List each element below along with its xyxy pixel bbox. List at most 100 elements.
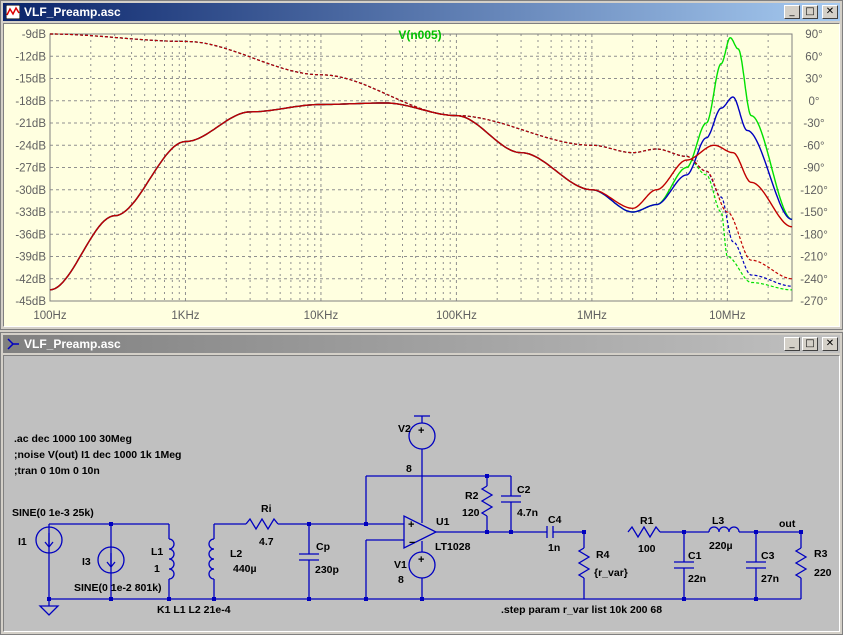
value-R2[interactable]: 120 [462, 507, 480, 519]
step-directive[interactable]: .step param r_var list 10k 200 68 [501, 604, 662, 616]
y-tick-label: -27dB [15, 163, 46, 175]
noise-directive[interactable]: ;noise V(out) I1 dec 1000 1k 1Meg [14, 449, 181, 461]
y-left-axis: -9dB -12dB -15dB -18dB -21dB -24dB -27dB -30dB -… [15, 29, 46, 308]
v1-plus: + [418, 554, 424, 566]
value-L1[interactable]: 1 [154, 563, 160, 575]
label-Cp[interactable]: Cp [316, 541, 330, 553]
x-tick-label: 1KHz [171, 310, 199, 322]
y-tick-label: -36dB [15, 229, 46, 241]
y-tick-label: -15dB [15, 74, 46, 86]
label-L1[interactable]: L1 [151, 546, 163, 558]
ac-directive[interactable]: .ac dec 1000 100 30Meg [14, 433, 132, 445]
value-I1[interactable]: SINE(0 1e-3 25k) [12, 507, 94, 519]
label-V1[interactable]: V1 [394, 559, 407, 571]
y-right-tick-label: -90° [803, 163, 824, 175]
opamp-minus: − [409, 537, 415, 549]
plot-grid [49, 33, 793, 302]
value-C1[interactable]: 22n [688, 573, 706, 585]
y-right-tick-label: -180° [800, 229, 828, 241]
value-I3[interactable]: SINE(0 1e-2 801k) [74, 582, 162, 594]
y-right-tick-label: 0° [809, 96, 820, 108]
label-R1[interactable]: R1 [640, 515, 654, 527]
y-tick-label: -45dB [15, 296, 46, 308]
label-C1[interactable]: C1 [688, 550, 702, 562]
label-L2[interactable]: L2 [230, 548, 242, 560]
label-C4[interactable]: C4 [548, 514, 562, 526]
minimize-button[interactable]: _ [784, 5, 800, 19]
plot-titlebar[interactable]: VLF_Preamp.asc _ □ ✕ [3, 3, 840, 21]
y-tick-label: -12dB [15, 51, 46, 63]
schematic-canvas[interactable]: .ac dec 1000 100 30Meg ;noise V(out) I1 … [4, 356, 840, 632]
y-right-tick-label: -150° [800, 207, 828, 219]
magnitude-trace-2[interactable] [49, 102, 793, 291]
net-label-out[interactable]: out [779, 518, 796, 530]
y-right-axis: 90° 60° 30° 0° -30° -60° -90° -120° -150° -180° -2… [800, 29, 828, 308]
y-tick-label: -9dB [22, 29, 47, 41]
y-right-tick-label: -210° [800, 252, 828, 264]
schematic-window: VLF_Preamp.asc _ □ ✕ .ac dec 1000 100 30… [0, 332, 843, 635]
value-R4[interactable]: {r_var} [594, 567, 628, 579]
y-right-tick-label: -30° [803, 118, 824, 130]
y-tick-label: -42dB [15, 274, 46, 286]
waveform-icon [6, 5, 20, 19]
label-V2[interactable]: V2 [398, 423, 411, 435]
value-R3[interactable]: 220 [814, 567, 832, 579]
phase-trace-2[interactable] [50, 33, 793, 280]
label-R4[interactable]: R4 [596, 549, 610, 561]
y-right-tick-label: -240° [800, 274, 828, 286]
schematic-icon [7, 338, 19, 350]
coupling-directive[interactable]: K1 L1 L2 21e-4 [157, 604, 231, 616]
bode-plot[interactable]: -9dB -12dB -15dB -18dB -21dB -24dB -27dB -30dB -… [4, 24, 840, 327]
label-I3[interactable]: I3 [82, 556, 91, 568]
value-C2[interactable]: 4.7n [517, 507, 538, 519]
y-tick-label: -39dB [15, 252, 46, 264]
value-L3[interactable]: 220µ [709, 540, 733, 552]
y-right-tick-label: 60° [805, 51, 822, 63]
value-V2[interactable]: 8 [406, 463, 412, 475]
tran-directive[interactable]: ;tran 0 10m 0 10n [14, 465, 100, 477]
y-tick-label: -24dB [15, 140, 46, 152]
label-C2[interactable]: C2 [517, 484, 531, 496]
value-C3[interactable]: 27n [761, 573, 779, 585]
label-R2[interactable]: R2 [465, 490, 479, 502]
y-tick-label: -33dB [15, 207, 46, 219]
value-R1[interactable]: 100 [638, 543, 656, 555]
minimize-button[interactable]: _ [784, 337, 800, 351]
y-tick-label: -30dB [15, 185, 46, 197]
label-R3[interactable]: R3 [814, 548, 828, 560]
value-C4[interactable]: 1n [548, 542, 560, 554]
maximize-button[interactable]: □ [802, 5, 818, 19]
schematic-window-title: VLF_Preamp.asc [24, 337, 121, 351]
phase-trace-1[interactable] [50, 33, 793, 287]
plot-window: VLF_Preamp.asc _ □ ✕ -9dB -12dB -15dB -18dB… [0, 0, 843, 330]
y-tick-label: -21dB [15, 118, 46, 130]
value-Cp[interactable]: 230p [315, 564, 339, 576]
value-V1[interactable]: 8 [398, 574, 404, 586]
close-button[interactable]: ✕ [822, 5, 838, 19]
trace-label[interactable]: V(n005) [398, 28, 441, 42]
value-L2[interactable]: 440µ [233, 563, 257, 575]
value-U1[interactable]: LT1028 [435, 541, 471, 553]
x-tick-label: 1MHz [577, 310, 607, 322]
x-tick-label: 10MHz [709, 310, 746, 322]
value-Ri[interactable]: 4.7 [259, 536, 274, 548]
y-right-tick-label: 30° [805, 74, 822, 86]
y-right-tick-label: -60° [803, 140, 824, 152]
x-tick-label: 100Hz [33, 310, 66, 322]
label-L3[interactable]: L3 [712, 515, 724, 527]
schematic-titlebar[interactable]: VLF_Preamp.asc _ □ ✕ [3, 335, 840, 353]
x-tick-label: 10KHz [304, 310, 339, 322]
plot-traces [49, 33, 793, 291]
label-U1[interactable]: U1 [436, 516, 450, 528]
label-I1[interactable]: I1 [18, 536, 27, 548]
opamp-plus: + [408, 519, 414, 531]
y-tick-label: -18dB [15, 96, 46, 108]
label-Ri[interactable]: Ri [261, 503, 272, 515]
plot-window-title: VLF_Preamp.asc [24, 5, 121, 19]
label-C3[interactable]: C3 [761, 550, 775, 562]
maximize-button[interactable]: □ [802, 337, 818, 351]
close-button[interactable]: ✕ [822, 337, 838, 351]
x-tick-label: 100KHz [436, 310, 477, 322]
y-right-tick-label: -120° [800, 185, 828, 197]
magnitude-trace-1[interactable] [49, 96, 793, 291]
